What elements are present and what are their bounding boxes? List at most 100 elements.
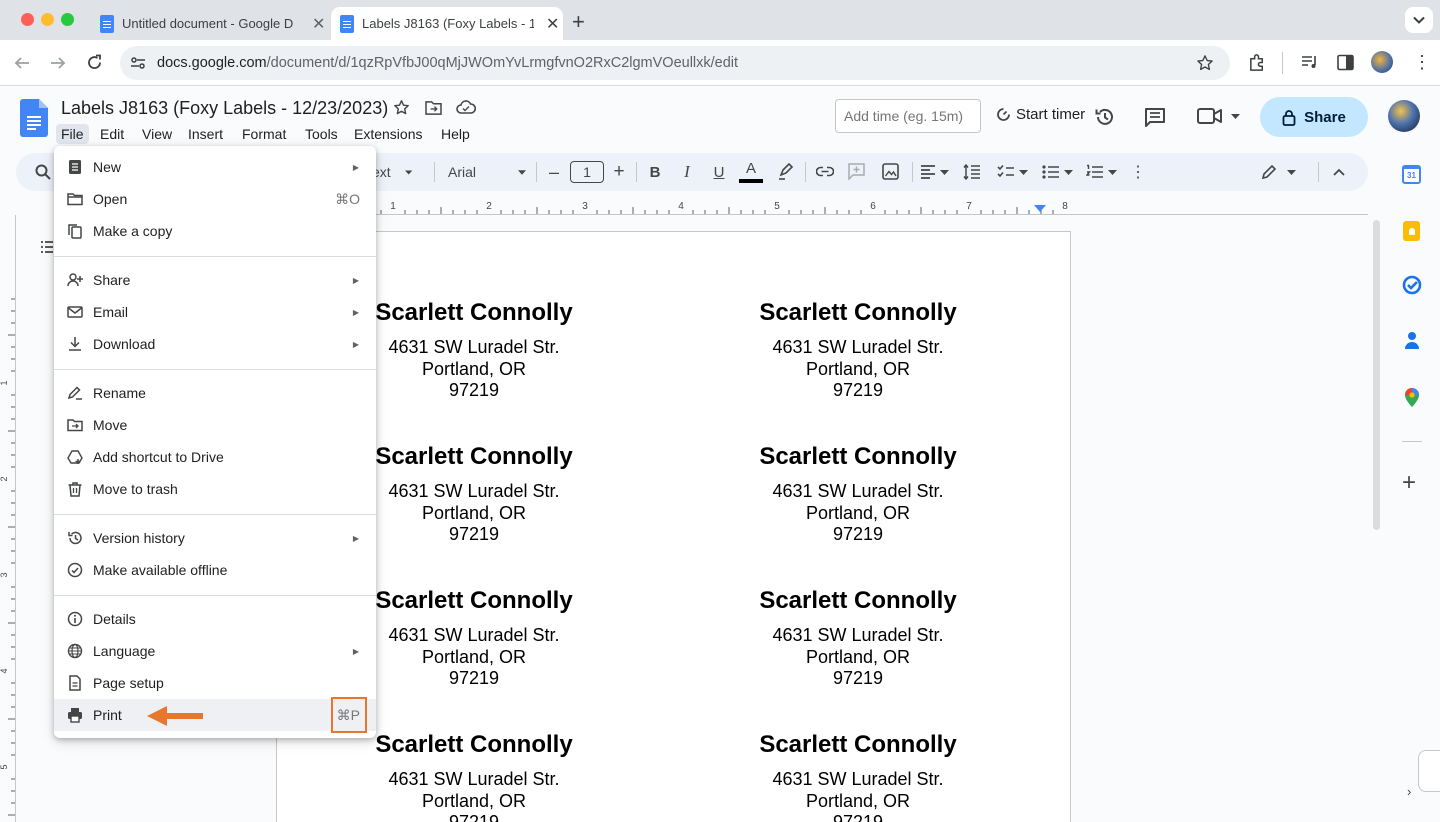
profile-avatar[interactable] — [1371, 51, 1393, 73]
window-close-button[interactable] — [21, 13, 34, 26]
line-spacing-icon[interactable] — [963, 164, 981, 180]
start-timer-button[interactable]: Start timer — [995, 106, 1085, 123]
tasks-icon[interactable] — [1402, 275, 1422, 295]
file-menu-item-open[interactable]: Open ⌘O — [54, 183, 376, 215]
file-menu-item-make-a-copy[interactable]: Make a copy — [54, 215, 376, 247]
file-menu-item-make-available-offline[interactable]: Make available offline — [54, 554, 376, 586]
file-menu-item-move[interactable]: Move — [54, 409, 376, 441]
bookmark-star-icon[interactable] — [1196, 54, 1214, 72]
file-menu-item-share[interactable]: Share ▶ — [54, 264, 376, 296]
menu-file[interactable]: File — [56, 124, 89, 144]
checklist-dropdown[interactable] — [997, 164, 1028, 180]
italic-icon[interactable]: I — [678, 153, 696, 191]
tab-search-button[interactable] — [1405, 7, 1433, 33]
explore-tab[interactable] — [1418, 750, 1440, 792]
document-scrollbar[interactable] — [1373, 220, 1380, 530]
download-icon — [69, 337, 81, 351]
meet-button[interactable] — [1197, 107, 1240, 125]
bulleted-list-dropdown[interactable] — [1042, 164, 1073, 180]
side-panel-icon[interactable] — [1337, 54, 1354, 71]
menu-format[interactable]: Format — [237, 124, 291, 144]
file-menu-item-move-to-trash[interactable]: Move to trash — [54, 473, 376, 505]
browser-tab-labels[interactable]: Labels J8163 (Foxy Labels - 1 ✕ — [331, 7, 563, 40]
back-arrow-icon[interactable] — [14, 55, 30, 71]
font-size-input[interactable]: 1 — [570, 161, 604, 183]
file-menu-item-email[interactable]: Email ▶ — [54, 296, 376, 328]
calendar-icon[interactable]: 31 — [1402, 165, 1421, 184]
menu-help[interactable]: Help — [436, 124, 475, 144]
search-menus-icon[interactable] — [35, 164, 51, 180]
caret-down-icon — [1064, 169, 1073, 175]
menu-item-label: Email — [93, 304, 129, 320]
menu-item-label: Make available offline — [93, 562, 228, 578]
more-options-icon[interactable]: ⋮ — [1130, 153, 1146, 191]
browser-menu-icon[interactable]: ⋮ — [1413, 52, 1431, 72]
document-outline-icon[interactable] — [40, 240, 54, 254]
editing-mode-dropdown[interactable] — [1261, 164, 1296, 180]
text-color-icon[interactable]: A — [738, 153, 764, 191]
new-tab-icon[interactable]: + — [572, 9, 585, 35]
label-name: Scarlett Connolly — [759, 299, 957, 326]
menu-view[interactable]: View — [137, 124, 177, 144]
menu-extensions[interactable]: Extensions — [349, 124, 427, 144]
rename-icon — [67, 386, 82, 400]
menu-insert[interactable]: Insert — [183, 124, 228, 144]
bold-icon[interactable]: B — [646, 153, 664, 191]
styles-dropdown[interactable]: ext — [372, 153, 412, 191]
document-page[interactable]: Scarlett Connolly 4631 SW Luradel Str. Por… — [276, 231, 1071, 822]
comments-icon[interactable] — [1144, 107, 1166, 127]
time-input[interactable] — [835, 99, 981, 133]
reload-icon[interactable] — [86, 54, 103, 71]
file-menu-item-language[interactable]: Language ▶ — [54, 635, 376, 667]
video-camera-icon — [1197, 108, 1222, 124]
url-path: /document/d/1qzRpVfbJ00qMjJWOmYvLrmgfvnO… — [266, 55, 739, 71]
file-menu-item-print[interactable]: Print ⌘P — [54, 699, 376, 731]
share-button[interactable]: Share — [1260, 97, 1368, 137]
decrease-font-size-icon[interactable]: – — [546, 153, 562, 191]
media-control-icon[interactable] — [1301, 54, 1319, 70]
browser-tab-untitled[interactable]: Untitled document - Google D ✕ — [92, 7, 330, 40]
file-menu-item-new[interactable]: New ▶ — [54, 151, 376, 183]
add-addon-icon[interactable]: + — [1402, 471, 1416, 495]
align-dropdown[interactable] — [920, 165, 949, 179]
window-minimize-button[interactable] — [41, 13, 54, 26]
maps-pin-icon[interactable] — [1405, 388, 1419, 407]
expand-panel-chevron-icon[interactable]: › — [1407, 784, 1411, 799]
increase-font-size-icon[interactable]: + — [610, 153, 628, 191]
insert-image-icon[interactable] — [882, 163, 899, 180]
underline-icon[interactable]: U — [710, 153, 728, 191]
account-avatar[interactable] — [1388, 100, 1420, 132]
star-icon[interactable] — [393, 99, 410, 116]
address-bar[interactable]: docs.google.com/document/d/1qzRpVfbJ00qM… — [120, 46, 1230, 80]
file-menu-item-rename[interactable]: Rename — [54, 377, 376, 409]
file-menu-item-page-setup[interactable]: Page setup — [54, 667, 376, 699]
extensions-puzzle-icon[interactable] — [1248, 53, 1267, 72]
highlight-pen-icon[interactable] — [778, 163, 794, 180]
font-dropdown[interactable]: Arial — [448, 153, 526, 191]
file-menu-item-version-history[interactable]: Version history ▶ — [54, 522, 376, 554]
ruler-number: 1 — [0, 380, 9, 385]
forward-arrow-icon[interactable] — [50, 55, 66, 71]
tab-close-icon[interactable]: ✕ — [312, 14, 325, 34]
caret-down-icon — [940, 169, 949, 175]
menu-tools[interactable]: Tools — [300, 124, 343, 144]
hide-menus-chevron-up-icon[interactable] — [1333, 168, 1345, 176]
window-maximize-button[interactable] — [61, 13, 74, 26]
version-history-icon[interactable] — [1094, 106, 1116, 128]
insert-link-icon[interactable] — [816, 166, 834, 177]
document-title[interactable]: Labels J8163 (Foxy Labels - 12/23/2023) — [61, 98, 388, 119]
keep-icon[interactable] — [1403, 221, 1420, 241]
right-indent-marker[interactable] — [1034, 205, 1046, 212]
add-comment-icon[interactable] — [848, 163, 865, 180]
move-folder-icon[interactable] — [425, 100, 442, 115]
printer-icon — [68, 708, 82, 723]
file-menu-item-add-shortcut-to-drive[interactable]: Add shortcut to Drive — [54, 441, 376, 473]
file-menu-item-download[interactable]: Download ▶ — [54, 328, 376, 360]
menu-edit[interactable]: Edit — [95, 124, 129, 144]
docs-logo-icon[interactable] — [20, 99, 48, 137]
numbered-list-dropdown[interactable] — [1086, 164, 1117, 180]
file-menu-item-details[interactable]: Details — [54, 603, 376, 635]
contacts-icon[interactable] — [1404, 331, 1420, 349]
site-settings-icon[interactable] — [130, 55, 146, 71]
tab-close-icon[interactable]: ✕ — [546, 14, 559, 34]
